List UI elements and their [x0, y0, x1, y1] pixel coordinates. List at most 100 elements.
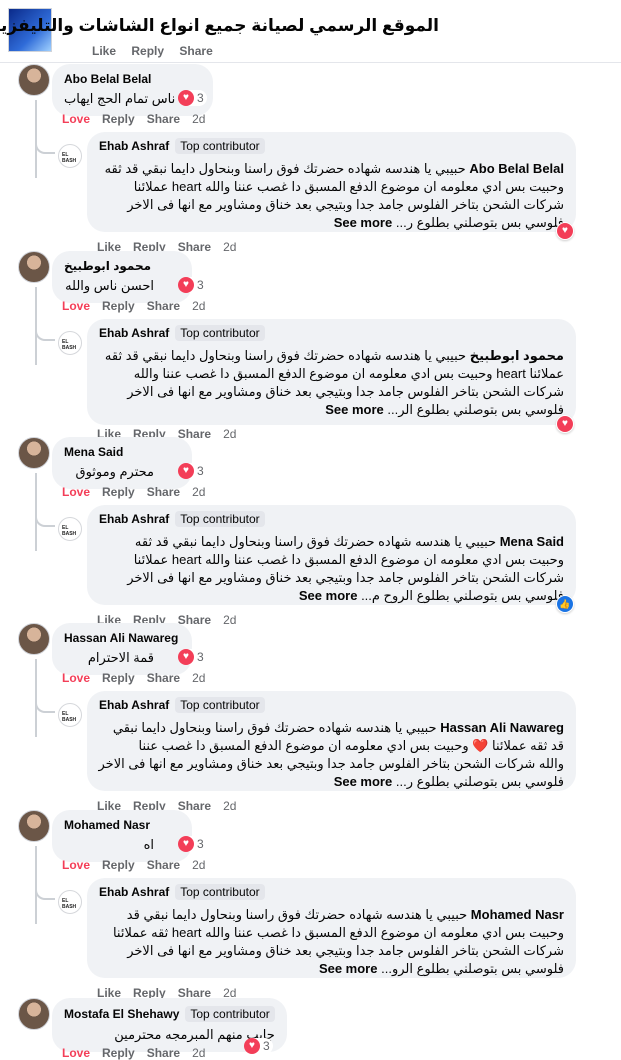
- mentioned-user[interactable]: Mohamed Nasr: [471, 907, 564, 922]
- comment-reaction-count[interactable]: ♥ 3: [244, 1038, 273, 1054]
- comment-author[interactable]: Abo Belal Belal: [64, 72, 201, 86]
- mentioned-user[interactable]: Mena Said: [500, 534, 564, 549]
- reply-line: وحبيت بس ادي معلومه ان موضوع الدفع المسب…: [99, 924, 564, 942]
- see-more-link[interactable]: See more: [319, 961, 378, 976]
- comment-text-content: احسن ناس والله: [65, 278, 154, 293]
- reply-avatar[interactable]: EL BASH: [58, 890, 82, 914]
- post-like-button[interactable]: Like: [92, 44, 116, 58]
- comment-reaction-count[interactable]: ♥ 3: [178, 90, 207, 106]
- top-contributor-badge: Top contributor: [175, 884, 265, 900]
- comment-actions: Love Reply Share 2d: [62, 671, 217, 685]
- reply-avatar[interactable]: EL BASH: [58, 517, 82, 541]
- like-icon: 👍: [557, 596, 573, 612]
- mentioned-user[interactable]: Abo Belal Belal: [469, 161, 564, 176]
- see-more-link[interactable]: See more: [334, 215, 393, 230]
- reply-line-text: شركات الشحن بتاخر الفلوس جامد جدا وبتيجي…: [127, 384, 564, 399]
- love-button[interactable]: Love: [62, 858, 90, 872]
- reply-line: فلوسي بس بتوصلني بطلوع الر... See more: [99, 401, 564, 419]
- comment-bubble: Hassan Ali Nawareg قمة الاحترام: [52, 623, 192, 675]
- see-more-link[interactable]: See more: [299, 588, 358, 603]
- reply-author[interactable]: Ehab Ashraf: [99, 139, 169, 153]
- reply-button[interactable]: Reply: [102, 858, 135, 872]
- commenter-avatar[interactable]: [18, 251, 50, 283]
- comment-text: جايب منهم المبرمجه محترمين: [64, 1026, 275, 1044]
- mentioned-user[interactable]: Hassan Ali Nawareg: [440, 720, 564, 735]
- reply-line-text: حبيبي يا هندسه شهاده حضرتك فوق راسنا وبن…: [112, 720, 437, 735]
- reply-reaction-badge[interactable]: ♥: [556, 222, 574, 240]
- reply-line: فلوسي بس بتوصلني بطلوع الرو... See more: [99, 960, 564, 978]
- reply-line: شركات الشحن بتاخر الفلوس جامد جدا وبتيجي…: [99, 569, 564, 587]
- commenter-avatar[interactable]: [18, 810, 50, 842]
- post-share-button[interactable]: Share: [179, 44, 212, 58]
- share-button[interactable]: Share: [178, 799, 211, 813]
- heart-icon: ♥: [178, 463, 194, 479]
- comment-author[interactable]: Mostafa El Shehawy: [64, 1007, 179, 1021]
- comment-reaction-count[interactable]: ♥ 3: [178, 649, 207, 665]
- comment-reaction-count[interactable]: ♥ 3: [178, 836, 207, 852]
- reply-line: عملائنا heart وحبيت بس ادي معلومه ان موض…: [99, 365, 564, 383]
- reply-reaction-badge[interactable]: ♥: [556, 415, 574, 433]
- comment-author[interactable]: محمود ابوطبيخ: [64, 259, 180, 273]
- love-button[interactable]: Love: [62, 485, 90, 499]
- thread-branch: [35, 697, 55, 713]
- reply-line: شركات الشحن بتاخر الفلوس جامد جدا وبتيجي…: [99, 196, 564, 214]
- comment-text-content: ناس تمام الحج ايهاب: [64, 91, 176, 106]
- comment-text-content: محترم وموثوق: [75, 464, 155, 479]
- reply-line: Mohamed Nasr حبيبي يا هندسه شهاده حضرتك …: [99, 906, 564, 924]
- comment-author[interactable]: Mena Said: [64, 445, 180, 459]
- comment-actions: Love Reply Share 2d: [62, 485, 217, 499]
- reply-reaction-badge[interactable]: 👍: [556, 595, 574, 613]
- reply-button[interactable]: Reply: [102, 299, 135, 313]
- reply-avatar[interactable]: EL BASH: [58, 144, 82, 168]
- reply-line: Abo Belal Belal حبيبي يا هندسه شهاده حضر…: [99, 160, 564, 178]
- commenter-avatar[interactable]: [18, 437, 50, 469]
- comment-reaction-count[interactable]: ♥ 3: [178, 463, 207, 479]
- commenter-avatar[interactable]: [18, 998, 50, 1030]
- see-more-link[interactable]: See more: [334, 774, 393, 789]
- reply-author[interactable]: Ehab Ashraf: [99, 698, 169, 712]
- reply-author[interactable]: Ehab Ashraf: [99, 885, 169, 899]
- reply-author[interactable]: Ehab Ashraf: [99, 512, 169, 526]
- love-button[interactable]: Love: [62, 671, 90, 685]
- mentioned-user[interactable]: محمود ابوطبيخ: [470, 348, 564, 363]
- reply-line-text: فلوسي بس بتوصلني بطلوع الر...: [387, 402, 564, 417]
- reaction-count: 3: [197, 278, 204, 292]
- commenter-avatar[interactable]: [18, 623, 50, 655]
- reply-author[interactable]: Ehab Ashraf: [99, 326, 169, 340]
- love-button[interactable]: Love: [62, 112, 90, 126]
- share-button[interactable]: Share: [147, 112, 180, 126]
- commenter-avatar[interactable]: [18, 64, 50, 96]
- reply-text: محمود ابوطبيخ حبيبي يا هندسه شهاده حضرتك…: [99, 347, 564, 419]
- reply-line: محمود ابوطبيخ حبيبي يا هندسه شهاده حضرتك…: [99, 347, 564, 365]
- reaction-count: 3: [197, 464, 204, 478]
- reply-line-text: شركات الشحن بتاخر الفلوس جامد جدا وبتيجي…: [127, 943, 564, 958]
- share-button[interactable]: Share: [178, 240, 211, 254]
- comment-author[interactable]: Mohamed Nasr: [64, 818, 180, 832]
- see-more-link[interactable]: See more: [325, 402, 384, 417]
- share-button[interactable]: Share: [147, 671, 180, 685]
- comment-bubble: محمود ابوطبيخ احسن ناس والله: [52, 251, 192, 303]
- reply-line: وحبيت بس ادي معلومه ان موضوع الدفع المسب…: [99, 178, 564, 196]
- comment-text-content: اه: [143, 837, 154, 852]
- reply-button[interactable]: Reply: [102, 485, 135, 499]
- reply-time: 2d: [223, 799, 237, 813]
- comment-time: 2d: [192, 858, 206, 872]
- share-button[interactable]: Share: [147, 485, 180, 499]
- post-reply-button[interactable]: Reply: [131, 44, 164, 58]
- reply-button[interactable]: Reply: [102, 671, 135, 685]
- reply-line-text: والله شركات الشحن بتاخر الفلوس جامد جدا …: [98, 756, 564, 771]
- heart-icon: ♥: [178, 836, 194, 852]
- reply-bubble: Ehab Ashraf Top contributor محمود ابوطبيخ …: [87, 319, 576, 425]
- reply-avatar[interactable]: EL BASH: [58, 331, 82, 355]
- reply-line-text: وحبيت بس ادي معلومه ان موضوع الدفع المسب…: [112, 925, 564, 940]
- love-button[interactable]: Love: [62, 299, 90, 313]
- comment-author[interactable]: Hassan Ali Nawareg: [64, 631, 180, 645]
- reply-button[interactable]: Reply: [102, 112, 135, 126]
- comment-header: Mostafa El Shehawy Top contributor: [64, 1006, 275, 1022]
- share-button[interactable]: Share: [147, 858, 180, 872]
- reply-avatar[interactable]: EL BASH: [58, 703, 82, 727]
- reply-text: Hassan Ali Nawareg حبيبي يا هندسه شهاده …: [98, 719, 564, 791]
- comment-reaction-count[interactable]: ♥ 3: [178, 277, 207, 293]
- share-button[interactable]: Share: [147, 299, 180, 313]
- reply-time: 2d: [223, 613, 237, 627]
